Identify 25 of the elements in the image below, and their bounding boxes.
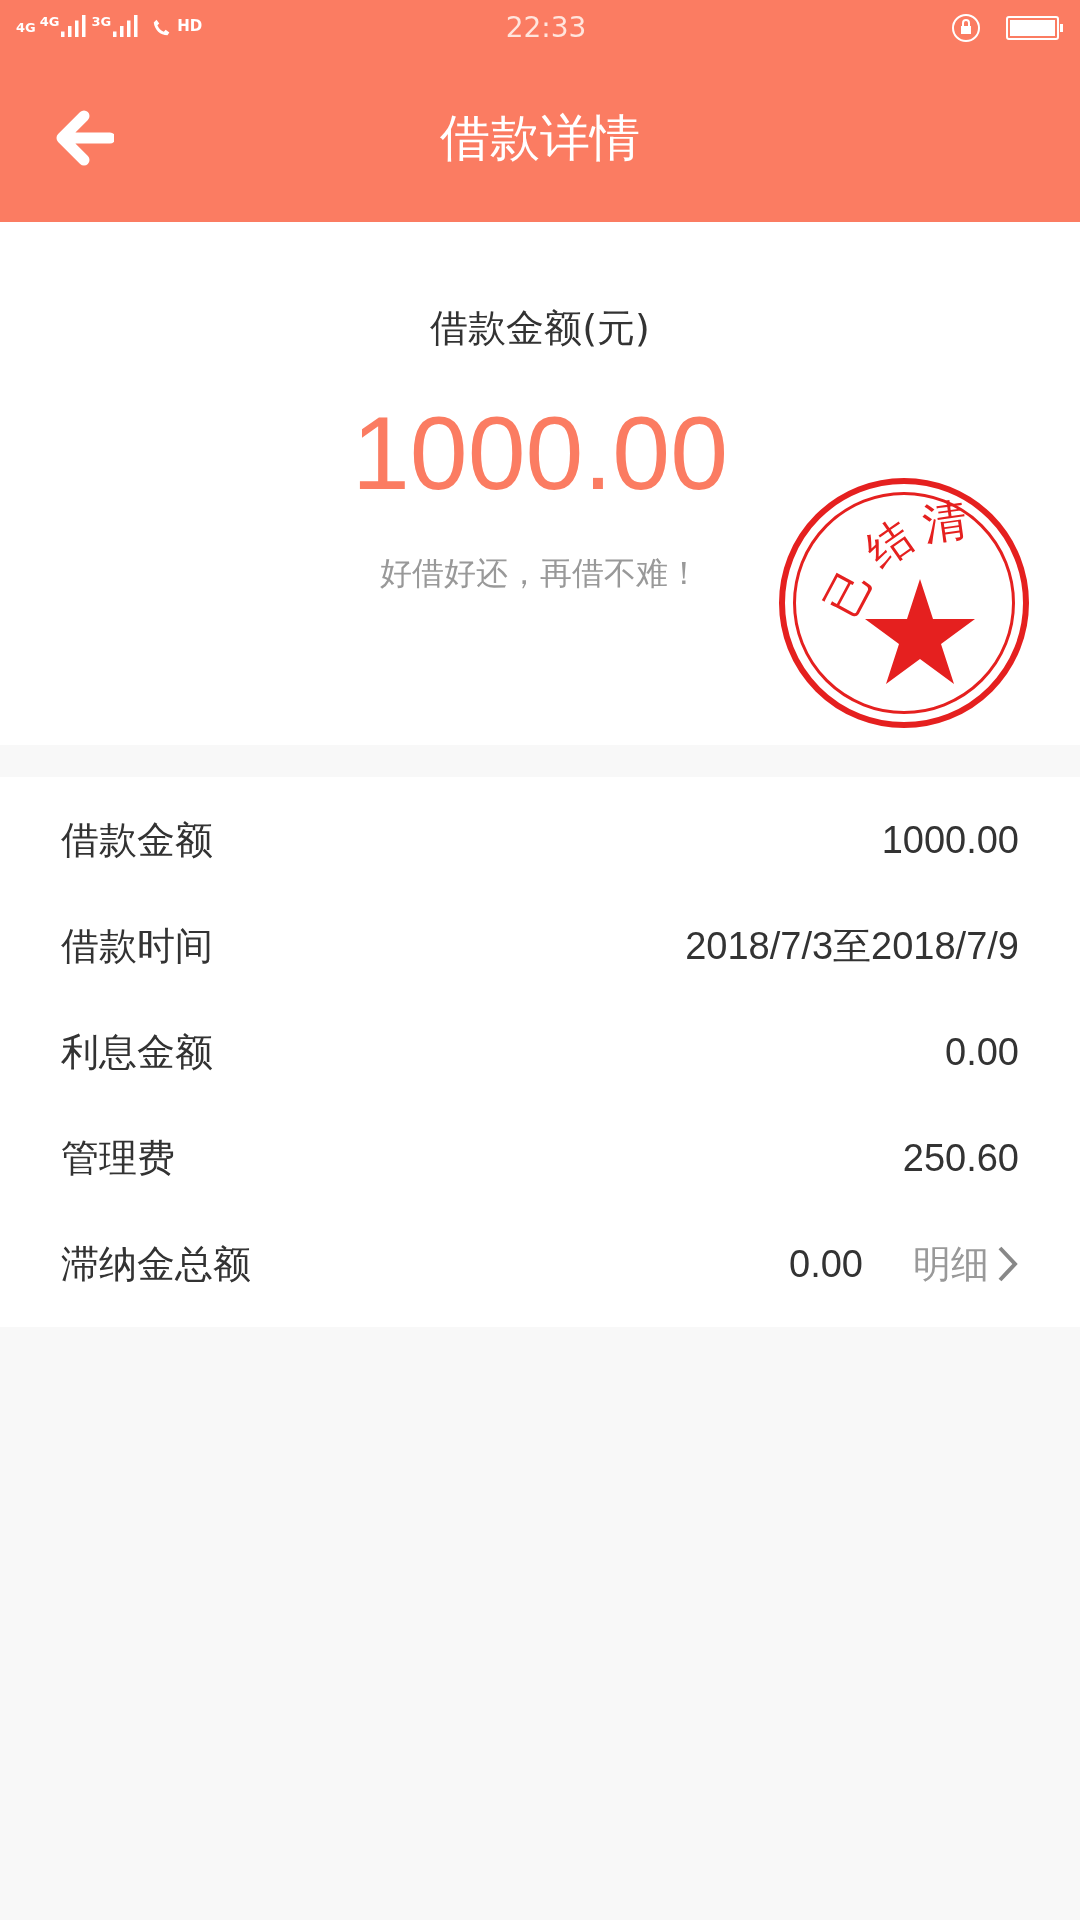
network-label: 4G [16,21,36,34]
rotation-lock-icon [950,11,982,44]
stamp-character: 清 [920,497,970,547]
detail-label: 借款金额 [61,816,213,864]
detail-value: 2018/7/3至2018/7/9 [685,923,1019,969]
amount-label: 借款金额(元) [430,305,650,352]
back-arrow-icon [54,110,114,166]
detail-value: 0.00 [789,1241,863,1287]
status-time: 22:33 [504,9,588,46]
detail-label: 滞纳金总额 [61,1240,251,1288]
detail-label: 管理费 [61,1134,175,1182]
detail-link[interactable]: 明细 [913,1235,1019,1293]
detail-value: 1000.00 [881,817,1019,863]
network-label: 4G [39,14,60,28]
detail-value: 0.00 [945,1029,1019,1075]
call-label: HD [177,18,203,34]
battery-icon [1006,14,1064,41]
detail-label: 借款时间 [61,922,213,970]
network-label: 3G [91,14,112,28]
loan-amount: 1000.00 [352,401,728,505]
detail-label: 利息金额 [61,1028,213,1076]
slogan-text: 好借好还，再借不难！ [380,553,700,594]
chevron-right-icon [997,1245,1019,1283]
page-title: 借款详情 [440,108,640,169]
detail-value: 250.60 [902,1135,1019,1181]
